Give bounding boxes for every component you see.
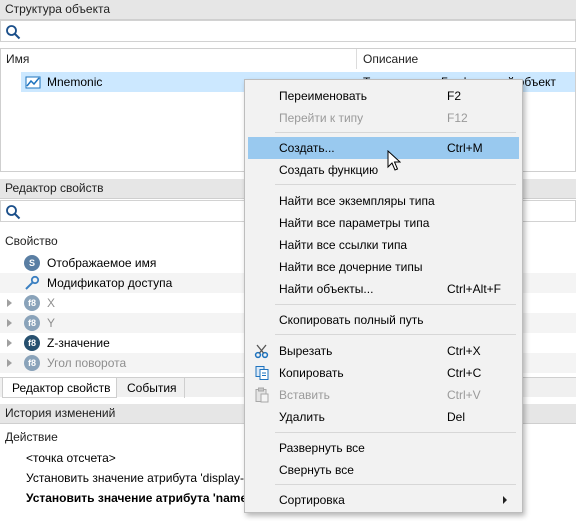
string-type-icon: S [24,255,40,271]
structure-search-box[interactable] [0,20,576,42]
submenu-arrow-icon [503,496,507,504]
expand-arrow-icon[interactable] [7,319,12,327]
menu-item-find-objects[interactable]: Найти объекты... Ctrl+Alt+F [248,278,519,300]
column-header-description[interactable]: Описание [358,49,575,69]
menu-item-find-child-types[interactable]: Найти все дочерние типы [248,256,519,278]
menu-item-delete[interactable]: Удалить Del [248,406,519,428]
float-type-icon: f8 [24,315,40,331]
tab-events[interactable]: События [118,378,185,398]
float-type-icon: f8 [24,295,40,311]
menu-separator [275,334,516,335]
search-icon [6,205,21,220]
structure-panel-header: Структура объекта [0,0,576,20]
column-header-action[interactable]: Действие [0,427,58,447]
history-panel-title: История изменений [5,406,116,420]
structure-panel-title: Структура объекта [5,2,111,16]
mouse-cursor-icon [387,150,401,171]
mnemonic-object-icon [25,76,41,89]
menu-separator [275,484,516,485]
column-header-property[interactable]: Свойство [0,231,58,251]
tab-properties-editor[interactable]: Редактор свойств [2,378,117,398]
menu-item-find-type-parameters[interactable]: Найти все параметры типа [248,212,519,234]
properties-panel-title: Редактор свойств [5,181,104,195]
menu-item-cut[interactable]: Вырезать Ctrl+X [248,340,519,362]
menu-item-expand-all[interactable]: Развернуть все [248,437,519,459]
menu-item-sort[interactable]: Сортировка [248,489,519,511]
column-header-name[interactable]: Имя [1,49,357,69]
menu-item-copy[interactable]: Копировать Ctrl+C [248,362,519,384]
menu-item-go-to-type[interactable]: Перейти к типу F12 [248,107,519,129]
menu-item-collapse-all[interactable]: Свернуть все [248,459,519,481]
menu-item-create-function[interactable]: Создать функцию [248,159,519,181]
expand-arrow-icon[interactable] [7,299,12,307]
context-menu: Переименовать F2 Перейти к типу F12 Созд… [244,79,523,513]
menu-separator [275,184,516,185]
key-icon [25,275,40,290]
search-icon [6,25,21,40]
scissors-icon [254,344,269,359]
expand-arrow-icon[interactable] [7,359,12,367]
expand-arrow-icon[interactable] [7,339,12,347]
menu-item-find-type-instances[interactable]: Найти все экземпляры типа [248,190,519,212]
menu-separator [275,132,516,133]
menu-item-paste[interactable]: Вставить Ctrl+V [248,384,519,406]
menu-separator [275,304,516,305]
menu-item-rename[interactable]: Переименовать F2 [248,85,519,107]
tree-row-name: Mnemonic [47,75,103,89]
copy-icon [255,366,269,380]
float-type-icon: f8 [24,335,40,351]
menu-separator [275,432,516,433]
paste-icon [255,387,269,403]
float-type-icon: f8 [24,355,40,371]
menu-item-copy-full-path[interactable]: Скопировать полный путь [248,309,519,331]
menu-item-find-type-references[interactable]: Найти все ссылки типа [248,234,519,256]
menu-item-create[interactable]: Создать... Ctrl+M [248,137,519,159]
